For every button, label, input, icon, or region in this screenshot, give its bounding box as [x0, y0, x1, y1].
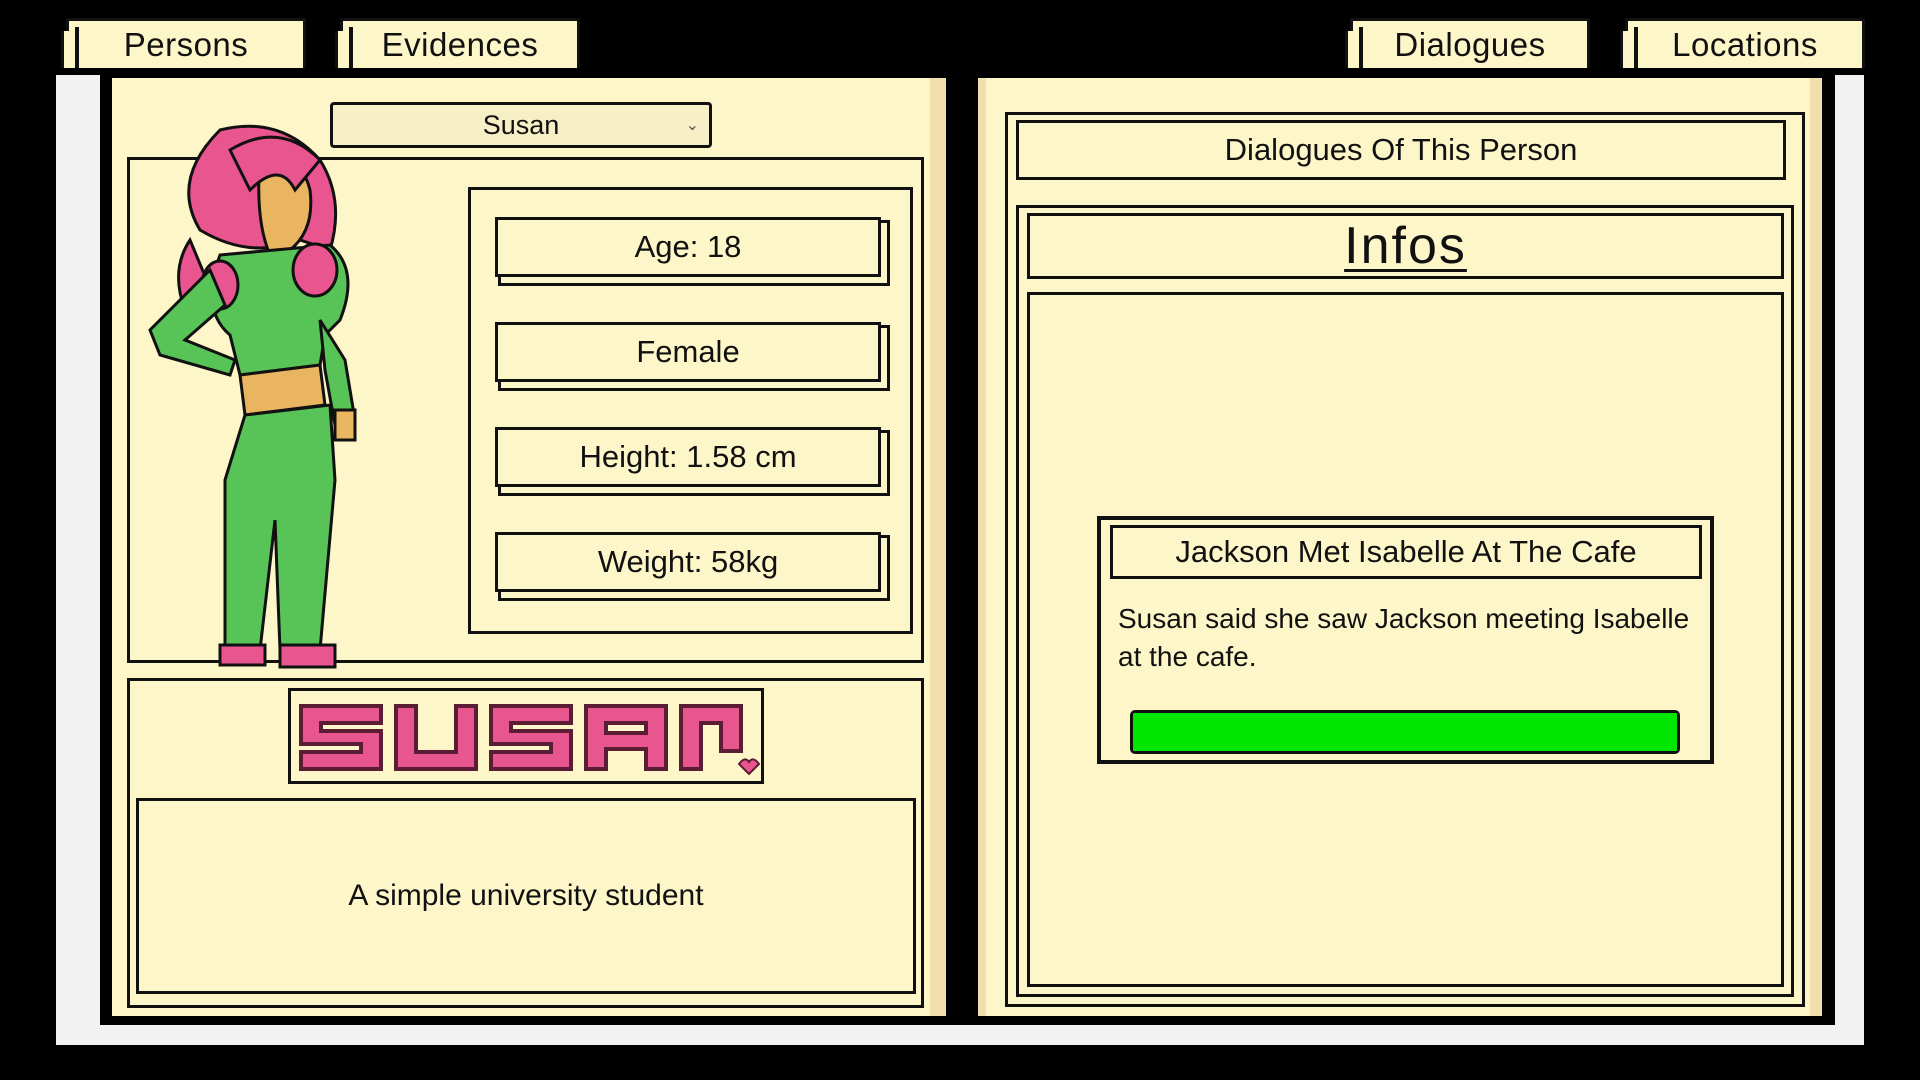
- tab-persons-label: Persons: [123, 25, 249, 63]
- name-logo-box: [288, 688, 764, 784]
- tab-locations-label: Locations: [1672, 25, 1818, 63]
- dialogue-progress-bar: [1130, 710, 1680, 754]
- tab-dialogues-label: Dialogues: [1394, 25, 1546, 63]
- stat-age: Age: 18: [495, 217, 881, 277]
- stat-weight: Weight: 58kg: [495, 532, 881, 592]
- dialogue-progress-fill: [1133, 713, 1677, 751]
- person-select[interactable]: Susan ⌄: [330, 102, 712, 148]
- dialogue-text: Susan said she saw Jackson meeting Isabe…: [1118, 603, 1690, 672]
- infos-title: Infos: [1027, 213, 1784, 279]
- tab-persons[interactable]: Persons: [61, 18, 306, 68]
- stat-gender: Female: [495, 322, 881, 382]
- tab-evidences[interactable]: Evidences: [335, 18, 580, 68]
- chevron-down-icon: ⌄: [685, 117, 699, 134]
- tab-evidences-label: Evidences: [381, 25, 539, 63]
- susan-logo: [299, 704, 761, 776]
- dialogue-title: Jackson Met Isabelle At The Cafe: [1110, 525, 1702, 579]
- character-portrait: [148, 124, 357, 669]
- tab-locations[interactable]: Locations: [1620, 18, 1865, 68]
- tab-dialogues[interactable]: Dialogues: [1345, 18, 1590, 68]
- person-select-value: Susan: [482, 109, 560, 140]
- dialogues-header: Dialogues Of This Person: [1016, 120, 1786, 180]
- person-description: A simple university student: [136, 798, 916, 994]
- stat-height: Height: 1.58 cm: [495, 427, 881, 487]
